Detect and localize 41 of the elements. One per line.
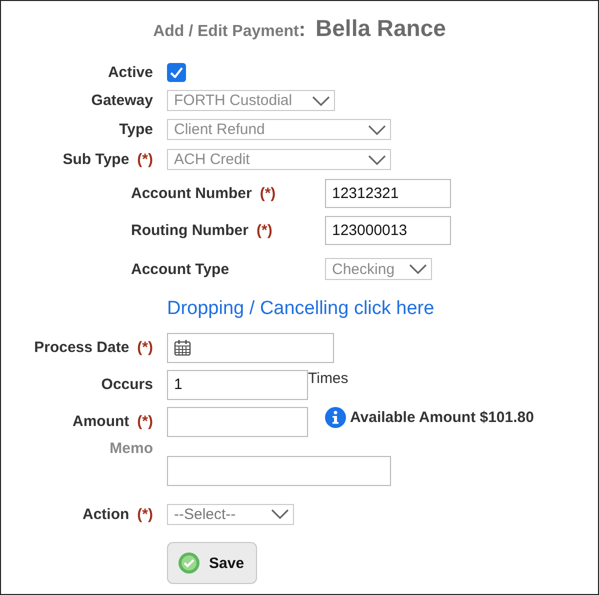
- required-mark: (*): [137, 339, 153, 356]
- field-label: Sub Type: [62, 151, 130, 168]
- input-field[interactable]: [167, 406, 308, 436]
- active-checkbox[interactable]: [167, 62, 186, 82]
- input-field[interactable]: 123000013: [325, 216, 451, 245]
- field-label: Process Date: [34, 339, 130, 356]
- input-field[interactable]: 1: [167, 370, 308, 400]
- times-label: Times: [308, 370, 348, 386]
- check-circle-icon: [178, 552, 200, 574]
- field-label: Action: [82, 506, 130, 522]
- required-mark: (*): [260, 185, 276, 202]
- field-label: Active: [108, 64, 153, 80]
- required-mark: (*): [256, 222, 272, 239]
- field-label: Routing Number: [131, 222, 248, 239]
- available-amount: Available Amount $101.80: [350, 408, 534, 426]
- field-label: Memo: [110, 440, 153, 457]
- input-field[interactable]: [167, 456, 391, 486]
- field-label: Account Number: [131, 185, 252, 202]
- title-colon: :: [298, 19, 306, 42]
- field-label: Occurs: [101, 376, 153, 393]
- required-mark: (*): [137, 506, 153, 522]
- field-label: Amount: [72, 413, 130, 430]
- calendar-icon: [174, 339, 191, 356]
- info-icon: [325, 406, 346, 428]
- required-mark: (*): [137, 151, 153, 168]
- chevron-down-icon: [368, 154, 386, 164]
- page-title: Add / Edit Payment: [153, 23, 299, 41]
- chevron-down-icon: [271, 509, 289, 519]
- field-label: Gateway: [91, 92, 153, 109]
- chevron-down-icon: [409, 264, 427, 274]
- cancel-link[interactable]: Dropping / Cancelling click here: [167, 298, 434, 320]
- chevron-down-icon: [368, 124, 386, 134]
- chevron-down-icon: [312, 96, 330, 106]
- client-name: Bella Rance: [316, 15, 446, 42]
- required-mark: (*): [137, 413, 153, 430]
- dropdown[interactable]: --Select--: [167, 504, 294, 524]
- save-button[interactable]: Save: [167, 542, 258, 584]
- input-field[interactable]: 12312321: [325, 179, 451, 208]
- field-label: Type: [119, 121, 153, 138]
- date-field[interactable]: [167, 332, 334, 362]
- field-label: Account Type: [131, 260, 230, 278]
